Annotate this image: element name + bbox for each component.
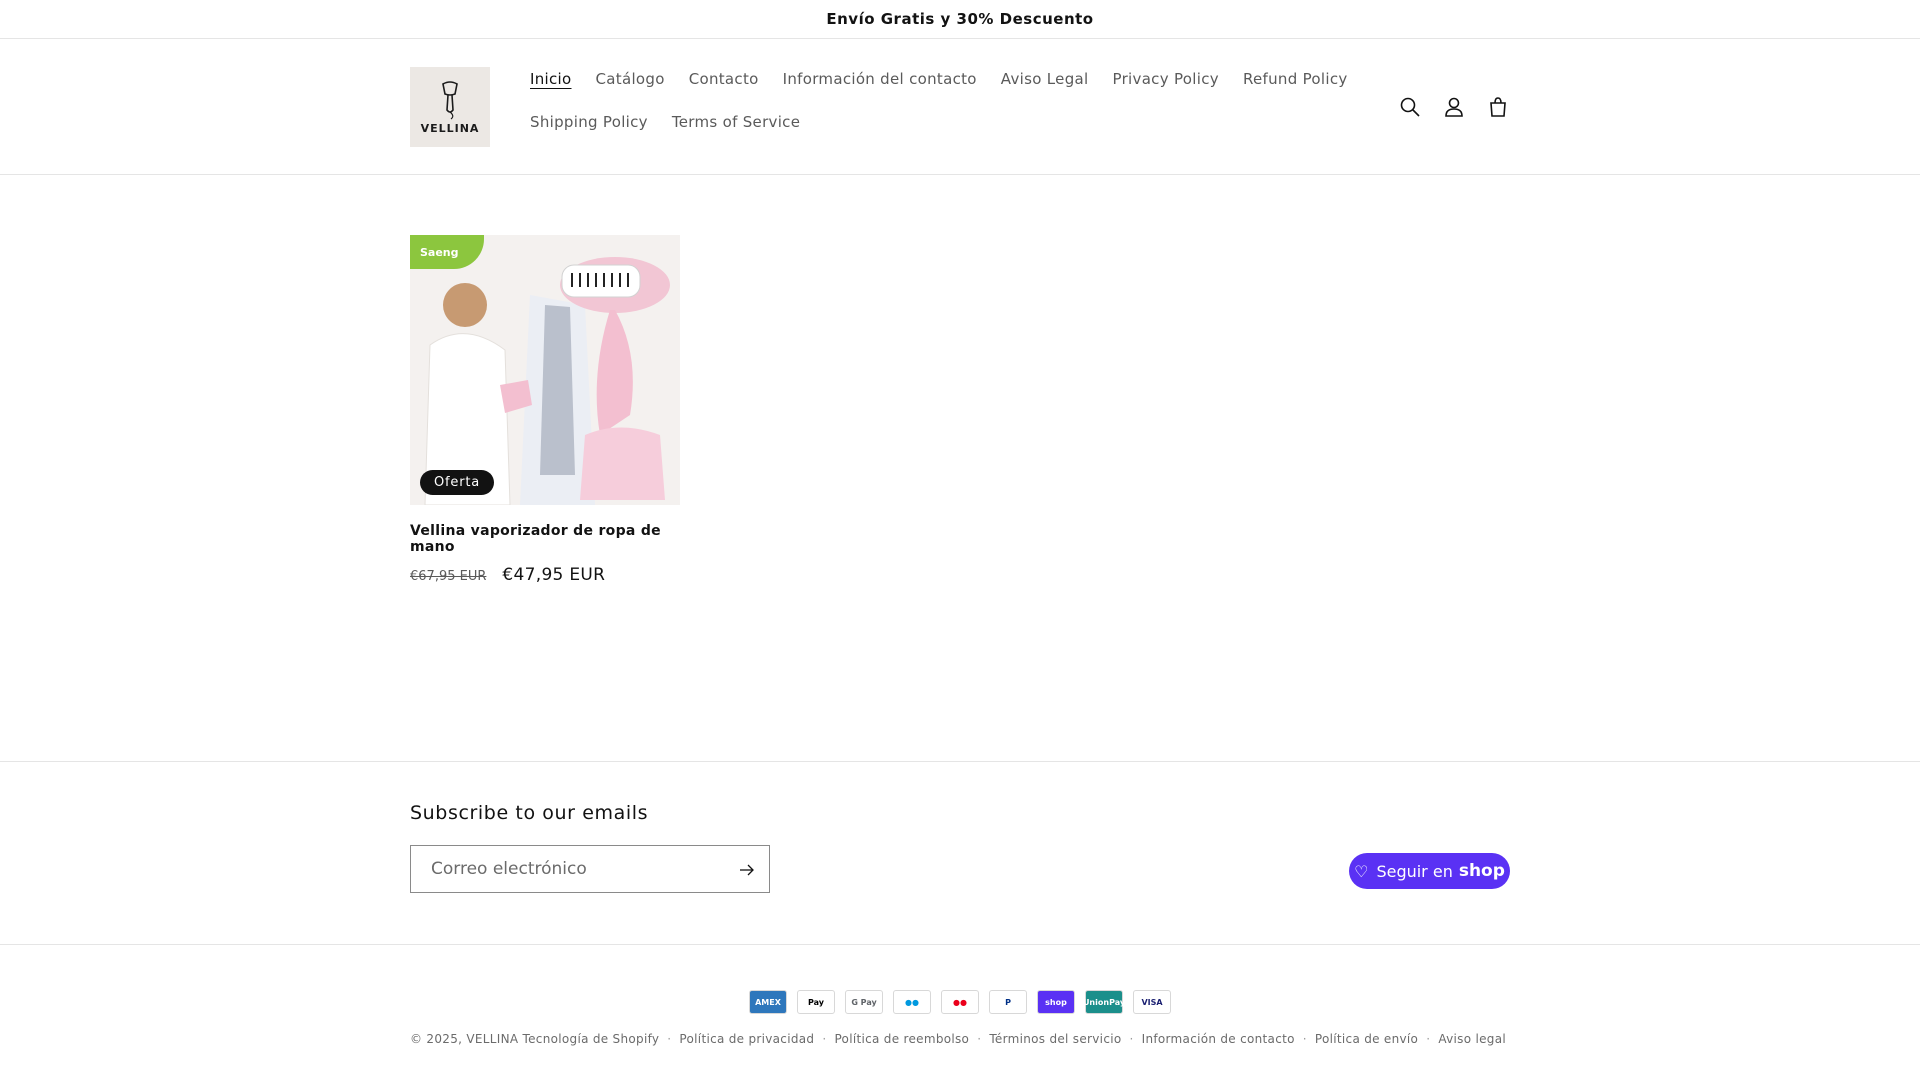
account-icon [1445,97,1463,117]
footer-bottom: © 2025, VELLINA Tecnología de Shopify · … [410,1032,1506,1046]
unionpay-icon: UnionPay [1083,990,1125,1014]
payment-icons: AMEX Pay G Pay ●● ●● Pshop UnionPay VISA [749,990,1181,1014]
policy-link-shipping[interactable]: Política de envío [1315,1032,1418,1046]
newsletter-section: Subscribe to our emails ♡ Seguir en shop [0,761,1920,945]
nav-item-shipping-policy[interactable]: Shipping Policy [530,113,648,131]
nav-item-informacion-contacto[interactable]: Información del contacto [783,70,977,88]
mastercard-icon: ●● [941,990,979,1014]
copyright: © 2025, VELLINA Tecnología de Shopify [410,1032,659,1046]
policy-link-legal[interactable]: Aviso legal [1438,1032,1506,1046]
arrow-right-icon[interactable] [737,860,757,880]
sale-badge-text: Oferta [434,475,481,490]
separator: · [977,1032,982,1046]
shop-pay-icon: shop [1037,990,1075,1014]
separator: · [1426,1032,1431,1046]
paypal-icon: P [989,990,1027,1014]
logo[interactable]: VELLINA [410,67,490,147]
nav-item-inicio[interactable]: Inicio [530,70,572,88]
newsletter-title: Subscribe to our emails [410,802,649,824]
shop-follow-prefix: Seguir en [1376,861,1453,881]
separator: · [822,1032,827,1046]
powered-by-link[interactable]: Tecnología de Shopify [523,1032,660,1046]
copyright-prefix: © 2025, [410,1032,463,1046]
google-pay-icon: G Pay [845,990,883,1014]
nav-item-catalogo[interactable]: Catálogo [596,70,665,88]
cart-icon [1490,97,1506,117]
policy-link-privacy[interactable]: Política de privacidad [679,1032,814,1046]
main-nav: Inicio Catálogo Contacto Información del… [530,57,1347,143]
price-row: €67,95 EUR €47,95 EUR [410,565,680,585]
policy-link-refund[interactable]: Política de reembolso [834,1032,969,1046]
price-sale: €47,95 EUR [502,565,606,585]
store-name-link[interactable]: VELLINA [466,1032,518,1046]
policy-link-contact[interactable]: Información de contacto [1142,1032,1295,1046]
shop-follow-brand: shop [1458,861,1505,881]
amex-icon: AMEX [749,990,787,1014]
cart-button[interactable] [1476,91,1520,123]
policy-link-terms[interactable]: Términos del servicio [989,1032,1121,1046]
nav-item-privacy-policy[interactable]: Privacy Policy [1113,70,1219,88]
maestro-icon: ●● [893,990,931,1014]
product-photo [410,235,680,505]
site-header: VELLINA Inicio Catálogo Contacto Informa… [0,39,1920,175]
steamer-logo-icon [442,80,458,119]
search-button[interactable] [1388,91,1432,123]
logo-text: VELLINA [420,121,480,135]
apple-pay-icon: Pay [797,990,835,1014]
separator: · [1129,1032,1134,1046]
search-icon [1400,97,1420,117]
product-title[interactable]: Vellina vaporizador de ropa de mano [410,523,680,555]
email-field-wrapper [410,845,770,893]
brand-corner-text: Saeng [420,245,459,259]
nav-item-aviso-legal[interactable]: Aviso Legal [1001,70,1089,88]
heart-icon: ♡ [1354,861,1369,881]
separator: · [667,1032,672,1046]
header-actions [1388,91,1520,123]
follow-on-shop-button[interactable]: ♡ Seguir en shop [1349,853,1510,889]
separator: · [1302,1032,1307,1046]
nav-item-terms-of-service[interactable]: Terms of Service [672,113,800,131]
announcement-bar: Envío Gratis y 30% Descuento [0,0,1920,39]
nav-item-refund-policy[interactable]: Refund Policy [1243,70,1348,88]
nav-item-contacto[interactable]: Contacto [689,70,759,88]
sale-badge: Oferta [420,470,495,495]
product-card[interactable]: Saeng Oferta Vellina vaporizador de ropa… [410,235,680,585]
email-field[interactable] [431,859,721,879]
visa-icon: VISA [1133,990,1171,1014]
announcement-text: Envío Gratis y 30% Descuento [826,10,1094,28]
account-button[interactable] [1432,91,1476,123]
price-regular: €67,95 EUR [410,569,487,584]
product-image[interactable]: Saeng Oferta [410,235,680,505]
